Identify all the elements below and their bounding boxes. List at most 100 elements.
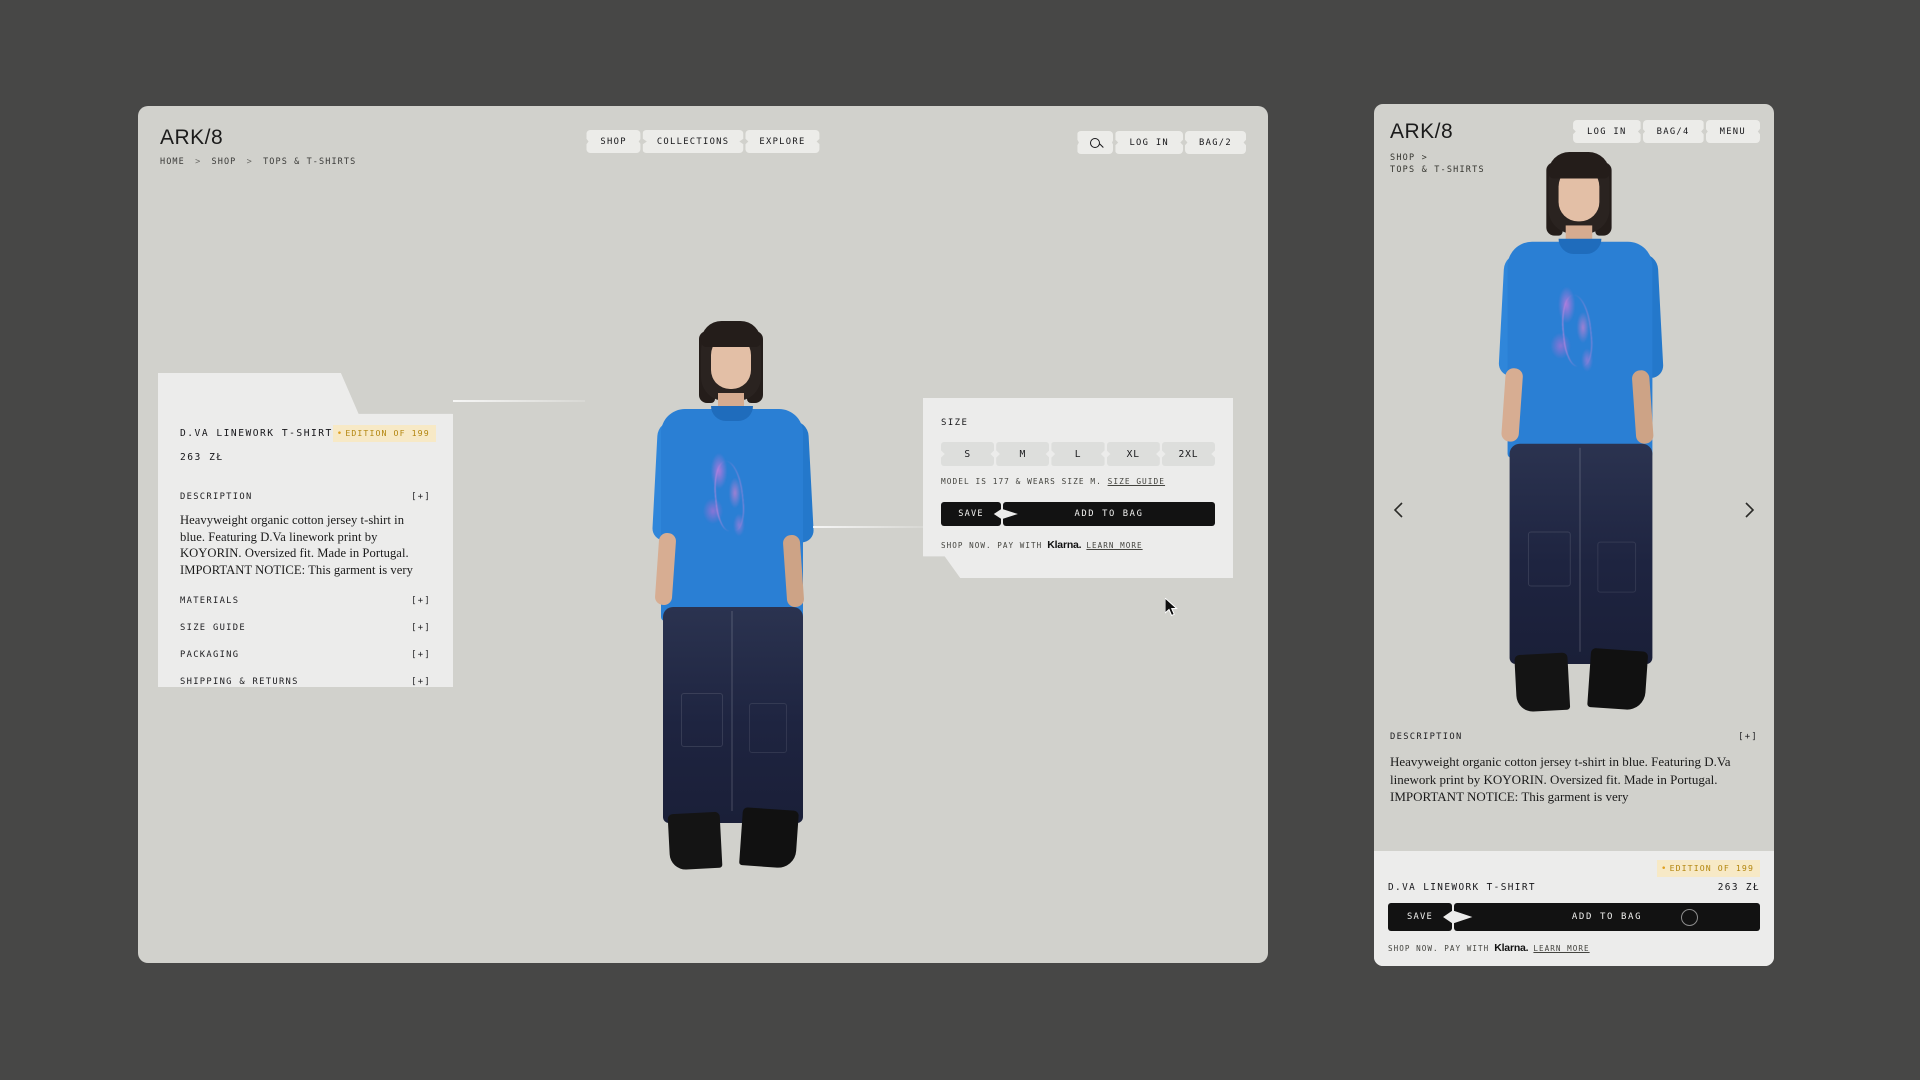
- brand-logo[interactable]: ARK/8: [1390, 120, 1453, 144]
- accordion-toggle-icon[interactable]: [+]: [411, 650, 431, 660]
- klarna-prefix: SHOP NOW. PAY WITH: [941, 541, 1043, 550]
- callout-line-right: [813, 526, 923, 528]
- save-button[interactable]: SAVE: [941, 502, 1001, 526]
- product-price: 263 ZŁ: [1717, 882, 1760, 893]
- mobile-viewport: ARK/8 SHOP > TOPS & T-SHIRTS LOG IN BAG/…: [1374, 104, 1774, 966]
- size-options: S M L XL 2XL: [941, 442, 1216, 466]
- accordion-description-body: Heavyweight organic cotton jersey t-shir…: [180, 513, 413, 578]
- add-to-bag-label: ADD TO BAG: [1571, 912, 1643, 922]
- chevron-left-icon: [1393, 502, 1403, 518]
- breadcrumb-item-shop[interactable]: SHOP: [212, 157, 237, 167]
- trouser-seam: [731, 611, 733, 811]
- klarna-logo: Klarna.: [1047, 539, 1082, 551]
- model-trousers: [663, 607, 803, 823]
- size-option-2xl[interactable]: 2XL: [1161, 442, 1216, 466]
- breadcrumb-separator: >: [195, 157, 202, 167]
- klarna-learn-more-link[interactable]: LEARN MORE: [1086, 541, 1142, 550]
- breadcrumb: HOME > SHOP > TOPS & T-SHIRTS: [160, 157, 356, 167]
- mobile-description-section: DESCRIPTION [+] Heavyweight organic cott…: [1374, 732, 1774, 806]
- accordion-label: DESCRIPTION: [1390, 732, 1463, 742]
- mobile-product-image[interactable]: [1374, 144, 1774, 724]
- brand-logo[interactable]: ARK/8: [160, 126, 223, 150]
- size-guide-link[interactable]: SIZE GUIDE: [1108, 477, 1165, 486]
- edition-badge-wrap: • EDITION OF 199: [1388, 860, 1760, 877]
- accordion-materials[interactable]: MATERIALS [+]: [180, 595, 431, 607]
- klarna-row: SHOP NOW. PAY WITH Klarna. LEARN MORE: [1388, 942, 1760, 954]
- accordion-size-guide[interactable]: SIZE GUIDE [+]: [180, 622, 431, 634]
- size-label: SIZE: [941, 418, 969, 428]
- accordion-toggle-icon[interactable]: [+]: [411, 492, 431, 502]
- mouse-cursor: [1165, 598, 1178, 617]
- size-selection-panel: SIZE S M L XL 2XL MODEL IS 177 & WEARS S…: [923, 398, 1233, 578]
- accordion-label: MATERIALS: [180, 595, 240, 606]
- nav-item-explore[interactable]: EXPLORE: [745, 130, 820, 153]
- carousel-next-button[interactable]: [1738, 499, 1760, 521]
- product-title-row: D.VA LINEWORK T-SHIRT 263 ZŁ: [1388, 882, 1760, 893]
- cta-row: SAVE ADD TO BAG: [1388, 903, 1760, 931]
- add-to-bag-button[interactable]: ADD TO BAG: [1454, 903, 1760, 931]
- accordion-toggle-icon[interactable]: [+]: [411, 677, 431, 687]
- search-icon: [1090, 137, 1101, 148]
- product-title: D.VA LINEWORK T-SHIRT: [180, 428, 333, 439]
- accordion-toggle-icon[interactable]: [+]: [1738, 732, 1758, 742]
- product-image: [1479, 152, 1673, 724]
- trouser-seam: [1578, 447, 1581, 652]
- product-image[interactable]: [633, 321, 843, 881]
- mobile-purchase-bar: • EDITION OF 199 D.VA LINEWORK T-SHIRT 26…: [1374, 851, 1774, 966]
- cta-row: SAVE ADD TO BAG: [941, 502, 1215, 526]
- model-boot-right: [1587, 647, 1649, 711]
- accordion-toggle-icon[interactable]: [+]: [411, 623, 431, 633]
- chevron-right-icon: [1745, 502, 1755, 518]
- size-option-m[interactable]: M: [996, 442, 1050, 466]
- carousel-prev-button[interactable]: [1388, 499, 1410, 521]
- model-hair-top: [1548, 152, 1610, 179]
- bag-button[interactable]: BAG/2: [1185, 131, 1246, 154]
- accordion-description[interactable]: DESCRIPTION [+]: [1390, 732, 1758, 742]
- accordion-label: SHIPPING & RETURNS: [180, 676, 299, 687]
- klarna-prefix: SHOP NOW. PAY WITH: [1388, 944, 1490, 953]
- accordion-description[interactable]: DESCRIPTION [+]: [180, 491, 431, 503]
- shirt-linework-print: [1542, 284, 1606, 379]
- edition-badge-label: EDITION OF 199: [1669, 863, 1754, 873]
- mobile-header-actions: LOG IN BAG/4 MENU: [1573, 120, 1760, 143]
- loading-circle-icon: [1681, 908, 1698, 926]
- model-size-note: MODEL IS 177 & WEARS SIZE M. SIZE GUIDE: [941, 477, 1215, 486]
- model-boot-right: [739, 807, 799, 869]
- product-info-card: D.VA LINEWORK T-SHIRT • EDITION OF 199 26…: [158, 373, 453, 687]
- desktop-viewport: ARK/8 HOME > SHOP > TOPS & T-SHIRTS SHOP…: [138, 106, 1268, 963]
- breadcrumb-separator: >: [246, 157, 253, 167]
- klarna-logo: Klarna.: [1494, 942, 1529, 954]
- accordion-packaging[interactable]: PACKAGING [+]: [180, 649, 431, 661]
- breadcrumb-item-tops-t-shirts[interactable]: TOPS & T-SHIRTS: [263, 157, 356, 167]
- save-button[interactable]: SAVE: [1388, 903, 1452, 931]
- header-actions: LOG IN BAG/2: [1077, 131, 1246, 154]
- log-in-button[interactable]: LOG IN: [1573, 120, 1641, 143]
- accordion-label: SIZE GUIDE: [180, 622, 246, 633]
- add-to-bag-button[interactable]: ADD TO BAG: [1003, 502, 1215, 526]
- log-in-button[interactable]: LOG IN: [1115, 131, 1184, 154]
- accordion-description-body: Heavyweight organic cotton jersey t-shir…: [1390, 754, 1731, 805]
- model-size-note-text: MODEL IS 177 & WEARS SIZE M.: [941, 477, 1102, 486]
- accordion-toggle-icon[interactable]: [+]: [411, 596, 431, 606]
- edition-dot-icon: •: [1661, 864, 1668, 874]
- accordion-shipping-returns[interactable]: SHIPPING & RETURNS [+]: [180, 676, 431, 687]
- desktop-header: ARK/8 HOME > SHOP > TOPS & T-SHIRTS SHOP…: [138, 106, 1268, 176]
- klarna-learn-more-link[interactable]: LEARN MORE: [1533, 944, 1589, 953]
- edition-badge: • EDITION OF 199: [332, 425, 436, 442]
- model-trousers: [1509, 443, 1653, 665]
- search-button[interactable]: [1077, 131, 1114, 154]
- nav-item-shop[interactable]: SHOP: [586, 130, 641, 153]
- size-option-l[interactable]: L: [1051, 442, 1105, 466]
- bag-button[interactable]: BAG/4: [1642, 120, 1704, 143]
- primary-nav: SHOP COLLECTIONS EXPLORE: [586, 130, 820, 153]
- klarna-row: SHOP NOW. PAY WITH Klarna. LEARN MORE: [941, 539, 1215, 551]
- menu-button[interactable]: MENU: [1705, 120, 1760, 143]
- shirt-linework-print: [695, 451, 757, 543]
- model-boot-left: [1514, 652, 1571, 713]
- edition-badge-label: EDITION OF 199: [345, 428, 430, 438]
- nav-item-collections[interactable]: COLLECTIONS: [642, 130, 744, 153]
- product-title-row: D.VA LINEWORK T-SHIRT • EDITION OF 199: [180, 425, 436, 442]
- size-option-s[interactable]: S: [941, 442, 995, 466]
- size-option-xl[interactable]: XL: [1106, 442, 1160, 466]
- breadcrumb-item-home[interactable]: HOME: [160, 157, 185, 167]
